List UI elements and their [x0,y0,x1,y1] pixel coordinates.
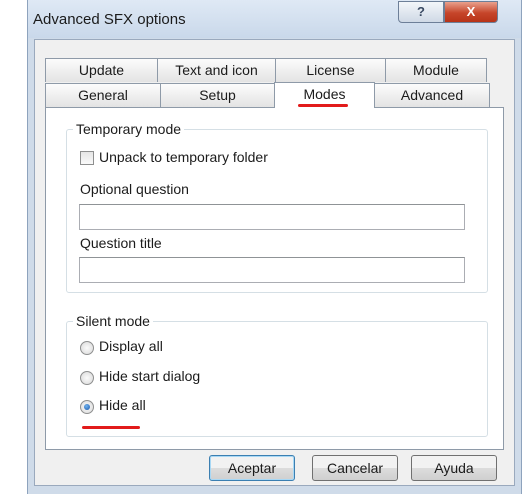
hide-all-label: Hide all [99,397,146,413]
help-button[interactable]: Ayuda [411,455,497,481]
annotation-underline-hide-all [82,426,140,429]
tab-license[interactable]: License [275,58,386,82]
optional-question-label: Optional question [80,181,189,197]
question-title-input[interactable] [79,257,465,283]
help-titlebar-button[interactable]: ? [398,1,444,23]
silent-mode-group: Silent mode Display all Hide start dialo… [66,313,488,437]
tab-advanced[interactable]: Advanced [374,83,490,107]
radio-hide-start-dialog[interactable] [80,371,94,385]
unpack-label: Unpack to temporary folder [99,149,268,165]
tab-general[interactable]: General [45,83,161,107]
temporary-mode-title: Temporary mode [73,121,185,137]
annotation-underline-modes [298,104,348,107]
optional-question-input[interactable] [79,204,465,230]
unpack-checkbox[interactable] [80,151,94,165]
close-button[interactable]: X [444,1,498,23]
tab-setup[interactable]: Setup [160,83,275,107]
title-bar[interactable]: Advanced SFX options ? X [28,0,521,38]
tab-update[interactable]: Update [45,58,158,82]
ok-button[interactable]: Aceptar [209,455,295,481]
display-all-label: Display all [99,338,163,354]
tab-panel-modes: Temporary mode Unpack to temporary folde… [45,107,504,450]
tab-text-and-icon[interactable]: Text and icon [157,58,276,82]
temporary-mode-group: Temporary mode Unpack to temporary folde… [66,121,488,293]
dialog-window: Advanced SFX options ? X Update Text and… [27,0,522,494]
radio-hide-all[interactable] [80,400,94,414]
dialog-client-area: Update Text and icon License Module Gene… [34,39,515,486]
tab-module[interactable]: Module [385,58,487,82]
radio-display-all[interactable] [80,341,94,355]
silent-mode-title: Silent mode [73,313,153,329]
window-title: Advanced SFX options [33,11,186,28]
question-title-label: Question title [80,235,162,251]
hide-start-dialog-label: Hide start dialog [99,368,201,384]
cancel-button[interactable]: Cancelar [312,455,398,481]
